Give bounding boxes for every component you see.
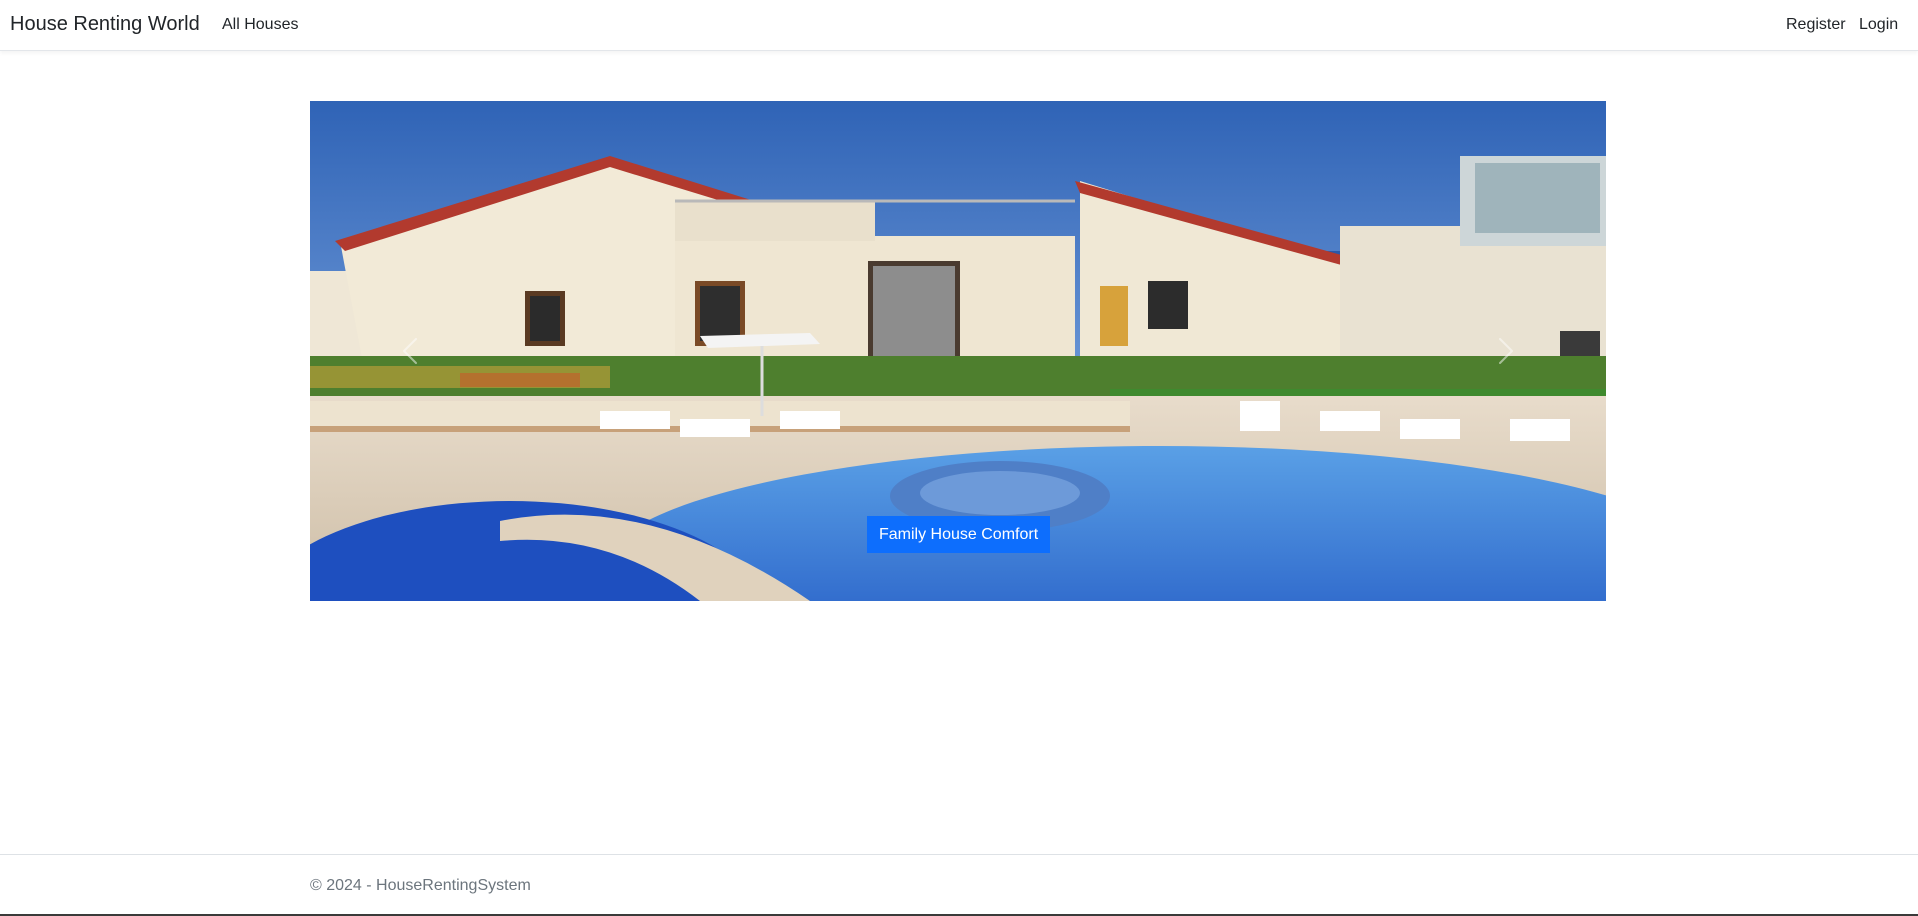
house-carousel: Family House Comfort	[310, 101, 1606, 601]
nav-link-login[interactable]: Login	[1859, 16, 1898, 34]
footer-copyright: © 2024 - HouseRentingSystem	[310, 877, 531, 894]
carousel-prev-button[interactable]	[310, 101, 510, 601]
nav-link-all-houses[interactable]: All Houses	[222, 16, 298, 34]
chevron-right-icon	[1498, 337, 1514, 365]
footer: © 2024 - HouseRentingSystem	[0, 854, 1918, 916]
navbar: House Renting World All Houses Register …	[0, 0, 1918, 51]
carousel-next-button[interactable]	[1406, 101, 1606, 601]
brand-link[interactable]: House Renting World	[10, 13, 200, 36]
chevron-left-icon	[402, 337, 418, 365]
nav-link-register[interactable]: Register	[1786, 16, 1846, 34]
carousel-caption-link[interactable]: Family House Comfort	[867, 516, 1051, 553]
